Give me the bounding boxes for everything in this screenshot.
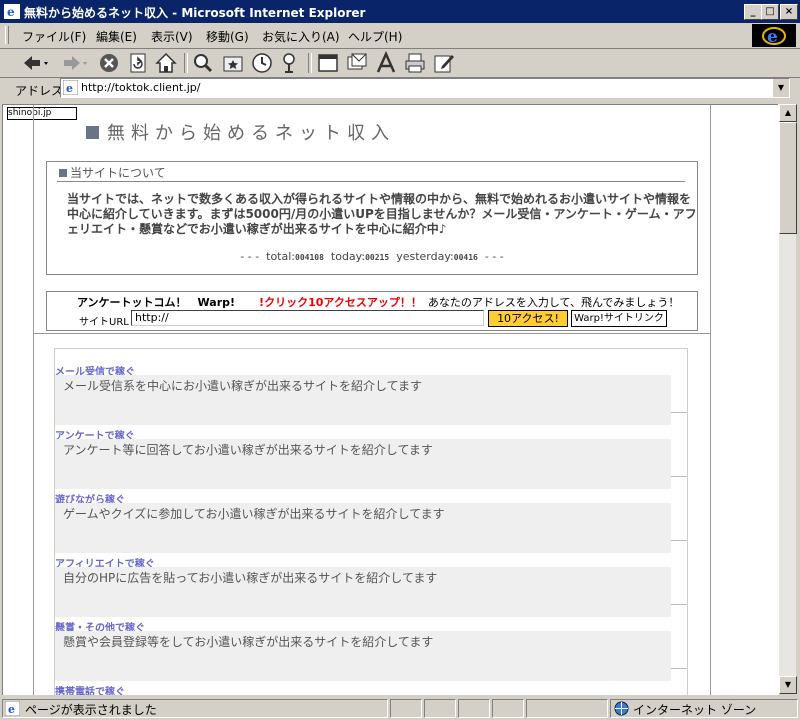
forward-icon[interactable]: [60, 51, 90, 75]
maximize-button[interactable]: □: [761, 4, 779, 20]
counter-yesterday: 00416: [453, 253, 478, 262]
page-icon: e: [63, 80, 78, 95]
counter-total-label: total:: [266, 250, 295, 263]
menu-edit[interactable]: 編集(E): [96, 28, 137, 45]
print-icon[interactable]: [403, 51, 427, 75]
menu-go[interactable]: 移動(G): [206, 28, 249, 45]
category-list: メール受信で稼ぐ メール受信系を中心にお小遣い稼ぎが出来るサイトを紹介してます …: [54, 348, 688, 695]
category-item: メール受信で稼ぐ メール受信系を中心にお小遣い稼ぎが出来るサイトを紹介してます: [55, 349, 687, 425]
menu-bar: ファイル(F) 編集(E) 表示(V) 移動(G) お気に入り(A) ヘルプ(H…: [0, 23, 800, 49]
access-button[interactable]: 10アクセス!: [488, 310, 568, 327]
category-item: 遊びながら稼ぐ ゲームやクイズに参加してお小遣い稼ぎが出来るサイトを紹介してます: [55, 477, 687, 553]
page-icon: e: [5, 701, 20, 716]
home-icon[interactable]: [154, 51, 178, 75]
status-panel: [492, 699, 524, 718]
about-heading-text: 当サイトについて: [70, 166, 166, 180]
address-label: アドレス: [15, 84, 64, 98]
svg-text:e: e: [66, 82, 73, 95]
minimize-button[interactable]: _: [744, 4, 762, 20]
heading-square-icon: [59, 169, 67, 177]
address-input[interactable]: e http://toktok.client.jp/ ▼: [60, 78, 790, 98]
counter-today-label: today:: [330, 250, 366, 263]
vertical-scrollbar[interactable]: ▲ ▼: [778, 104, 797, 694]
counter-dashes: - - -: [240, 250, 260, 263]
svg-text:e: e: [767, 27, 778, 47]
category-item: アンケートで稼ぐ アンケート等に回答してお小遣い稼ぎが出来るサイトを紹介してます: [55, 413, 687, 489]
category-item: アフィリエイトで稼ぐ 自分のHPに広告を貼ってお小遣い稼ぎが出来るサイトを紹介し…: [55, 541, 687, 617]
status-panel: e ページが表示されました: [2, 699, 388, 718]
counter-dashes: - - -: [484, 250, 504, 263]
category-title[interactable]: 携帯電話で稼ぐ: [55, 683, 125, 695]
menu-favorites[interactable]: お気に入り(A): [262, 28, 340, 45]
edit-icon[interactable]: [432, 51, 456, 75]
status-bar: e ページが表示されました インターネット ゾーン: [0, 697, 800, 720]
access-counter: - - - total:004108 today:00215 yesterday…: [47, 250, 697, 263]
counter-total: 004108: [295, 253, 324, 262]
refresh-icon[interactable]: [126, 51, 150, 75]
svg-text:e: e: [7, 5, 15, 19]
favorites-icon[interactable]: [221, 51, 245, 75]
status-panel: [458, 699, 490, 718]
scroll-up-icon[interactable]: ▲: [779, 104, 797, 122]
site-url-input[interactable]: http://: [131, 310, 484, 326]
counter-today: 00215: [365, 253, 390, 262]
warp-link-button[interactable]: Warp!サイトリンク: [571, 310, 667, 327]
warp-box: アンケートットコム！ Warp! !クリック10アクセスアップ！！ あなたのアドレス…: [46, 291, 698, 331]
window-title: 無料から始めるネット収入 - Microsoft Internet Explor…: [24, 6, 366, 20]
internet-globe-icon: [614, 701, 629, 716]
close-button[interactable]: ×: [780, 4, 798, 20]
about-text: 当サイトでは、ネットで数多くある収入が得られるサイトや情報の中から、無料で始めれ…: [67, 192, 697, 236]
font-icon[interactable]: [374, 51, 398, 75]
menu-grip: [5, 26, 9, 44]
search-icon[interactable]: [191, 51, 215, 75]
toolbar: [0, 49, 800, 78]
status-panel: [424, 699, 456, 718]
site-title-text: 無料から始めるネット収入: [107, 123, 395, 144]
title-square-icon: [86, 126, 99, 139]
menu-help[interactable]: ヘルプ(H): [348, 28, 402, 45]
stop-icon[interactable]: [97, 51, 121, 75]
address-bar: アドレス e http://toktok.client.jp/ ▼: [0, 78, 800, 100]
title-bar: e 無料から始めるネット収入 - Microsoft Internet Expl…: [0, 0, 800, 23]
ie-logo-icon: e: [752, 24, 796, 47]
page-viewport: shinobi.jp 無料から始めるネット収入 当サイトについて 当サイトでは、…: [2, 104, 779, 695]
about-heading: 当サイトについて: [59, 164, 166, 181]
status-panel: [526, 699, 608, 718]
svg-text:e: e: [8, 703, 15, 716]
warp-header: アンケートットコム！ Warp! !クリック10アクセスアップ！！ あなたのアドレス…: [77, 294, 679, 310]
back-icon[interactable]: [20, 51, 50, 75]
scroll-down-icon[interactable]: ▼: [779, 676, 797, 694]
ie-icon: e: [4, 4, 20, 19]
category-item: 携帯電話で稼ぐ: [55, 669, 687, 695]
address-dropdown-icon[interactable]: ▼: [772, 79, 789, 97]
channels-icon[interactable]: [278, 51, 302, 75]
site-url-label: サイトURL: [79, 317, 129, 328]
address-url: http://toktok.client.jp/: [81, 81, 201, 94]
fullscreen-icon[interactable]: [316, 51, 340, 75]
page-content: 無料から始めるネット収入 当サイトについて 当サイトでは、ネットで数多くある収入…: [33, 105, 711, 695]
warp-hint: あなたのアドレスを入力して、飛んでみましょう！: [427, 296, 680, 309]
warp-promo: !クリック10アクセスアップ！！: [259, 296, 422, 309]
warp-brand[interactable]: アンケートットコム！ Warp!: [77, 296, 235, 309]
mail-icon[interactable]: [345, 51, 369, 75]
zone-panel: インターネット ゾーン: [610, 699, 798, 718]
site-title: 無料から始めるネット収入: [86, 119, 395, 145]
about-divider: [57, 181, 685, 182]
menu-view[interactable]: 表示(V): [151, 28, 193, 45]
status-panel: [390, 699, 422, 718]
content-divider: [34, 333, 710, 334]
status-text: ページが表示されました: [25, 703, 157, 717]
history-icon[interactable]: [250, 51, 274, 75]
zone-text: インターネット ゾーン: [633, 703, 757, 717]
counter-yesterday-label: yesterday:: [396, 250, 454, 263]
about-box: 当サイトについて 当サイトでは、ネットで数多くある収入が得られるサイトや情報の中…: [46, 161, 698, 275]
toolbar-separator: [308, 53, 312, 73]
toolbar-separator: [184, 53, 188, 73]
scroll-thumb[interactable]: [779, 122, 797, 234]
category-item: 懸賞・その他で稼ぐ 懸賞や会員登録等をしてお小遣い稼ぎが出来るサイトを紹介してま…: [55, 605, 687, 681]
menu-file[interactable]: ファイル(F): [22, 28, 86, 45]
